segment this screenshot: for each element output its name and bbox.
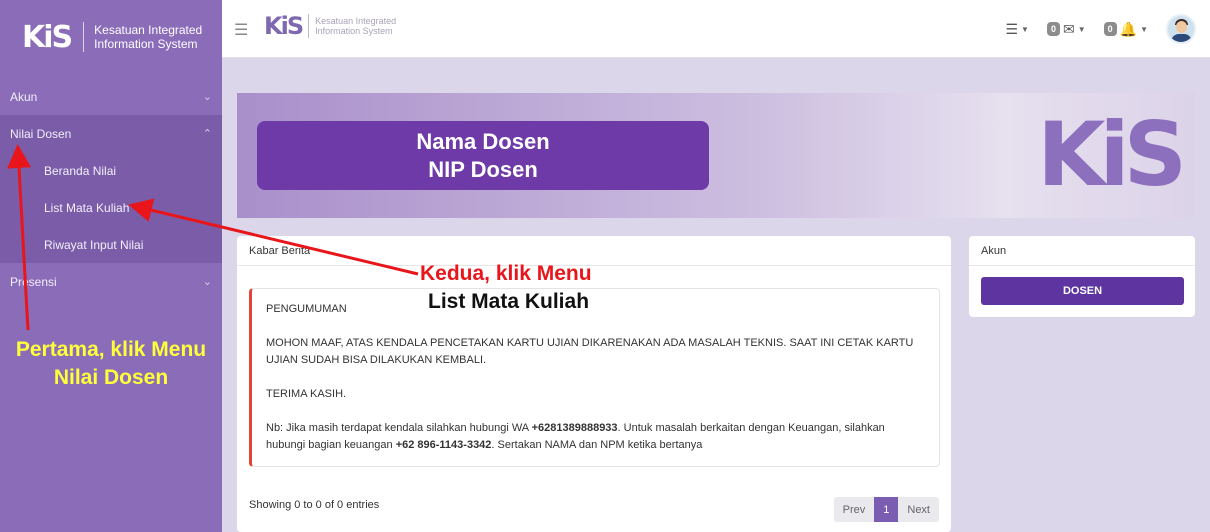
caret-down-icon: ▼ (1021, 24, 1029, 34)
sidebar-item-label: Akun (10, 89, 38, 104)
annotation-step-2-target: List Mata Kuliah (428, 290, 590, 313)
submenu-nilai-dosen: Beranda Nilai List Mata Kuliah Riwayat I… (0, 152, 222, 263)
dosen-button[interactable]: DOSEN (981, 277, 1184, 305)
account-card-header: Akun (969, 236, 1195, 266)
sidebar-item-list-mata-kuliah[interactable]: List Mata Kuliah (0, 189, 222, 226)
sidebar-item-label: Beranda Nilai (44, 163, 117, 178)
sidebar-item-label: List Mata Kuliah (44, 200, 130, 215)
messages-count-badge: 0 (1046, 22, 1060, 36)
avatar-suit (1171, 34, 1192, 42)
sidebar-item-beranda-nilai[interactable]: Beranda Nilai (0, 152, 222, 189)
table-info: Showing 0 to 0 of 0 entries (249, 499, 380, 511)
topbar-logo-line-2: Information System (315, 26, 393, 36)
annotation-step-1: Pertama, klik Menu Nilai Dosen (0, 336, 222, 392)
caret-down-icon: ▼ (1077, 24, 1086, 34)
topbar-logo[interactable]: KiS Kesatuan Integrated Information Syst… (264, 12, 396, 40)
sidebar: KiS Kesatuan Integrated Information Syst… (0, 0, 222, 532)
sidebar-item-label: Presensi (10, 274, 57, 289)
avatar[interactable] (1166, 14, 1196, 44)
sidebar-item-akun[interactable]: Akun ⌄ (0, 78, 222, 115)
note-prefix: Nb: Jika masih terdapat kendala silahkan… (266, 422, 532, 434)
lecturer-info-box: Nama Dosen NIP Dosen (257, 121, 709, 190)
brand-line-2: Information System (94, 37, 198, 51)
chevron-down-icon: ⌄ (202, 276, 212, 288)
next-page-button[interactable]: Next (898, 497, 939, 522)
brand-separator (83, 22, 85, 52)
lecturer-nip: NIP Dosen (428, 157, 538, 182)
brand-text: Kesatuan Integrated Information System (94, 23, 202, 51)
announcement-note: Nb: Jika masih terdapat kendala silahkan… (266, 420, 925, 454)
brand-logo: KiS (22, 19, 73, 55)
messages-dropdown[interactable]: 0 ✉ ▼ (1046, 20, 1086, 38)
sidebar-item-riwayat-input-nilai[interactable]: Riwayat Input Nilai (0, 226, 222, 263)
announcement-body: MOHON MAAF, ATAS KENDALA PENCETAKAN KART… (266, 337, 914, 366)
sidebar-item-nilai-dosen[interactable]: Nilai Dosen ⌃ (0, 115, 222, 152)
pagination: Prev 1 Next (833, 497, 939, 522)
sidebar-item-presensi[interactable]: Presensi ⌄ (0, 263, 222, 300)
topbar-actions: ☰ ▼ 0 ✉ ▼ 0 🔔 ▼ (1005, 14, 1196, 44)
announcement-alert: PENGUMUMAN MOHON MAAF, ATAS KENDALA PENC… (249, 288, 940, 467)
prev-page-button[interactable]: Prev (833, 497, 875, 522)
account-card: Akun DOSEN (969, 236, 1195, 317)
chevron-up-icon: ⌃ (202, 128, 212, 140)
note-suffix: . Sertakan NAMA dan NPM ketika bertanya (491, 439, 703, 451)
lecturer-name: Nama Dosen (416, 129, 550, 154)
annotation-step-1-line-2: Nilai Dosen (53, 366, 169, 389)
profile-banner: Nama Dosen NIP Dosen KiS (237, 93, 1195, 218)
annotation-step-1-line-1: Pertama, klik Menu (15, 338, 207, 361)
list-menu-dropdown[interactable]: ☰ ▼ (1005, 21, 1028, 38)
topbar-logo-separator (308, 14, 310, 38)
news-card-header: Kabar Berita (237, 236, 951, 266)
news-card: Kabar Berita PENGUMUMAN MOHON MAAF, ATAS… (237, 236, 951, 532)
announcement-title: PENGUMUMAN (266, 303, 347, 315)
topbar: ☰ KiS Kesatuan Integrated Information Sy… (222, 0, 1210, 58)
notifications-count-badge: 0 (1103, 22, 1117, 36)
announcement-thanks: TERIMA KASIH. (266, 388, 347, 400)
bell-icon: 🔔 (1119, 20, 1138, 37)
banner-logo: KiS (1037, 103, 1187, 206)
caret-down-icon: ▼ (1140, 24, 1148, 34)
hamburger-menu-icon[interactable]: ☰ (234, 20, 248, 40)
topbar-logo-text: Kesatuan Integrated Information System (315, 16, 396, 36)
envelope-icon: ✉ (1062, 20, 1075, 37)
list-icon: ☰ (1005, 20, 1019, 37)
notifications-dropdown[interactable]: 0 🔔 ▼ (1103, 20, 1148, 38)
note-wa-number: +6281389888933 (531, 422, 618, 434)
note-finance-number: +62 896-1143-3342 (395, 439, 492, 451)
avatar-head (1176, 21, 1187, 33)
sidebar-item-label: Nilai Dosen (10, 126, 72, 141)
sidebar-item-label: Riwayat Input Nilai (44, 237, 144, 252)
topbar-logo-line-1: Kesatuan Integrated (315, 16, 397, 26)
sidebar-brand[interactable]: KiS Kesatuan Integrated Information Syst… (0, 0, 222, 74)
page-1-button[interactable]: 1 (874, 497, 899, 522)
annotation-step-2: Kedua, klik Menu (420, 262, 592, 285)
topbar-logo-mark: KiS (264, 12, 304, 40)
brand-line-1: Kesatuan Integrated (94, 23, 203, 37)
chevron-down-icon: ⌄ (202, 91, 212, 103)
